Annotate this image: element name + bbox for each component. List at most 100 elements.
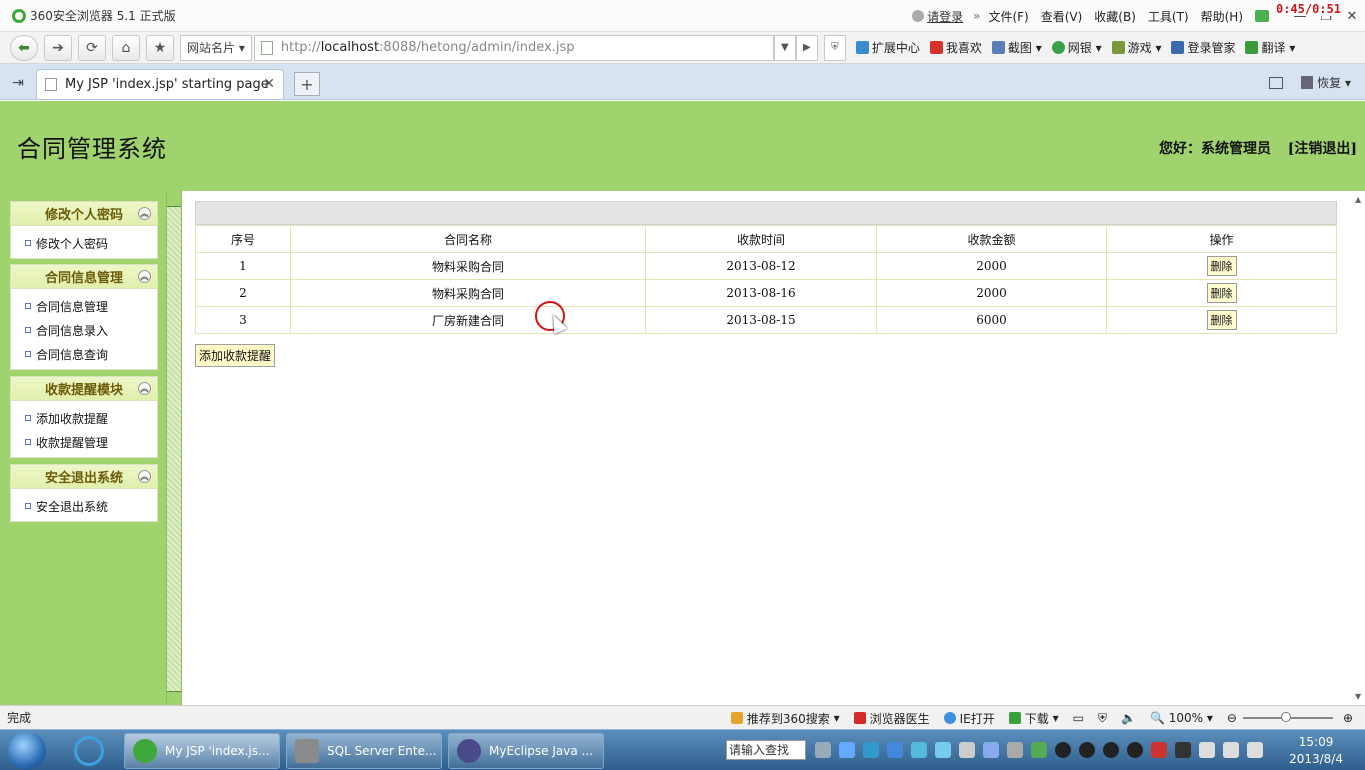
menu-expand-icon[interactable]: » [973,9,980,23]
new-tab-button[interactable]: + [294,72,320,96]
menu-group-header[interactable]: 修改个人密码 ︽ [11,202,157,226]
menu-file[interactable]: 文件(F) [988,8,1028,25]
device-icon[interactable] [1199,742,1215,758]
menu-help[interactable]: 帮助(H) [1201,8,1243,25]
status-ie-open[interactable]: IE打开 [943,710,995,727]
splitter-bottom-handle[interactable] [167,691,181,705]
login-link[interactable]: 请登录 [927,8,963,25]
address-bar[interactable]: http://localhost:8088/hetong/admin/index… [253,34,774,61]
menu-group-header[interactable]: 合同信息管理 ︽ [11,265,157,289]
shield-icon[interactable]: ⛨ [823,34,846,61]
sidebar-item-safe-exit[interactable]: 安全退出系统 [11,494,157,518]
flag-icon[interactable] [1151,742,1167,758]
home-button[interactable]: ⌂ [112,34,140,61]
menu-favorites[interactable]: 收藏(B) [1094,8,1136,25]
toolbar-like[interactable]: 我喜欢 [929,39,982,56]
taskbar-clock[interactable]: 15:09 2013/8/4 [1289,734,1343,768]
restore-button[interactable]: 恢复 [1317,74,1341,91]
keyboard-icon[interactable] [815,742,831,758]
toolbar-banking[interactable]: 网银 ▾ [1051,39,1102,56]
refresh-button[interactable]: ⟳ [78,34,106,61]
sidebar-item-contract-query[interactable]: 合同信息查询 [11,342,157,366]
close-window-button[interactable]: ✕ [1339,9,1365,24]
scroll-down-icon[interactable]: ▼ [1355,692,1361,701]
start-button[interactable] [8,732,46,770]
go-button[interactable]: ▶ [795,34,818,61]
task-browser[interactable]: My JSP 'index.js... [124,733,280,769]
status-zoom[interactable]: 🔍 100% ▾ [1150,711,1213,725]
sidebar-item-contract-manage[interactable]: 合同信息管理 [11,294,157,318]
zoom-slider[interactable] [1242,712,1333,722]
qq-icon[interactable] [1079,742,1095,758]
qq-icon[interactable] [1103,742,1119,758]
bird-icon[interactable] [1175,742,1191,758]
security-icon[interactable] [863,742,879,758]
menu-view[interactable]: 查看(V) [1041,8,1083,25]
toolbar-games[interactable]: 游戏 ▾ [1111,39,1161,56]
splitter-top-handle[interactable] [167,191,181,207]
favorite-star-button[interactable]: ★ [146,34,174,61]
check-icon[interactable] [1031,742,1047,758]
trash-icon[interactable] [1301,76,1314,89]
sidebar-item-manage-reminder[interactable]: 收款提醒管理 [11,430,157,454]
vertical-scrollbar[interactable]: ▲ ▼ [1353,191,1365,705]
task-myeclipse[interactable]: MyEclipse Java ... [448,733,604,769]
zoom-slider-knob[interactable] [1280,712,1291,722]
network-icon[interactable] [911,742,927,758]
taskbar-search-input[interactable]: 请输入查找 [726,740,806,760]
heart-icon [929,41,943,54]
collapse-icon[interactable]: ︽ [138,270,151,283]
sidebar-item-contract-entry[interactable]: 合同信息录入 [11,318,157,342]
collapse-icon[interactable]: ︽ [138,470,151,483]
tab-close-icon[interactable]: ✕ [263,76,275,92]
monitor-icon[interactable] [959,742,975,758]
skin-icon[interactable] [1255,10,1269,22]
status-browser-doctor[interactable]: 浏览器医生 [853,710,930,727]
address-dropdown-icon[interactable]: ▼ [773,34,796,61]
app-tray-icon[interactable] [1007,742,1023,758]
toolbar-extensions[interactable]: 扩展中心 [855,39,920,56]
collapse-icon[interactable]: ︽ [138,207,151,220]
network-tray-icon[interactable] [1223,742,1239,758]
ie-taskbar-icon[interactable] [74,736,104,766]
status-shield-icon[interactable]: ⛨ [1098,711,1107,726]
window-tile-icon[interactable] [1269,76,1284,89]
volume-icon[interactable] [1247,742,1263,758]
usb-icon[interactable] [839,742,855,758]
delete-button[interactable]: 删除 [1206,256,1237,276]
zoom-out-icon[interactable]: ⊖ [1227,711,1237,725]
qq-icon[interactable] [1127,742,1143,758]
back-button[interactable]: ⬅ [10,34,38,61]
sidebar-toggle-icon[interactable]: ⇥ [0,67,36,99]
add-reminder-button[interactable]: 添加收款提醒 [195,344,276,367]
search-tray-icon[interactable] [983,742,999,758]
sidebar-item-add-reminder[interactable]: 添加收款提醒 [11,406,157,430]
delete-button[interactable]: 删除 [1206,283,1237,303]
toolbar-translate[interactable]: 翻译 ▾ [1245,39,1295,56]
menu-group-header[interactable]: 收款提醒模块 ︽ [11,377,157,401]
status-download[interactable]: 下载 ▾ [1008,710,1059,727]
menu-tools[interactable]: 工具(T) [1148,8,1189,25]
status-volume-icon[interactable]: 🔈 [1121,711,1136,725]
toolbar-login-manager[interactable]: 登录管家 [1171,39,1235,56]
task-sql-server[interactable]: SQL Server Ente... [286,733,442,769]
toolbar-screenshot[interactable]: 截图 ▾ [991,39,1042,56]
frame-splitter[interactable] [166,191,182,705]
tab-index-jsp[interactable]: My JSP 'index.jsp' starting page ✕ [36,69,284,99]
chat-icon[interactable] [935,742,951,758]
forward-button[interactable]: ➔ [44,34,72,61]
status-window-icon[interactable]: ▭ [1073,711,1084,725]
zoom-in-icon[interactable]: ⊕ [1343,711,1353,725]
collapse-icon[interactable]: ︽ [138,382,151,395]
qq-icon[interactable] [1055,742,1071,758]
sidebar-item-change-password[interactable]: 修改个人密码 [11,231,157,255]
delete-button[interactable]: 删除 [1206,310,1237,330]
logout-link[interactable]: [注销退出] [1288,138,1357,158]
shield-tray-icon[interactable] [887,742,903,758]
bullet-icon [25,415,31,421]
status-recommend-360[interactable]: 推荐到360搜索 ▾ [730,710,840,727]
scroll-up-icon[interactable]: ▲ [1355,195,1361,204]
site-card-select[interactable]: 网站名片 ▾ [180,34,252,61]
menu-group-header[interactable]: 安全退出系统 ︽ [11,465,157,489]
url-prefix: http:// [280,40,321,55]
